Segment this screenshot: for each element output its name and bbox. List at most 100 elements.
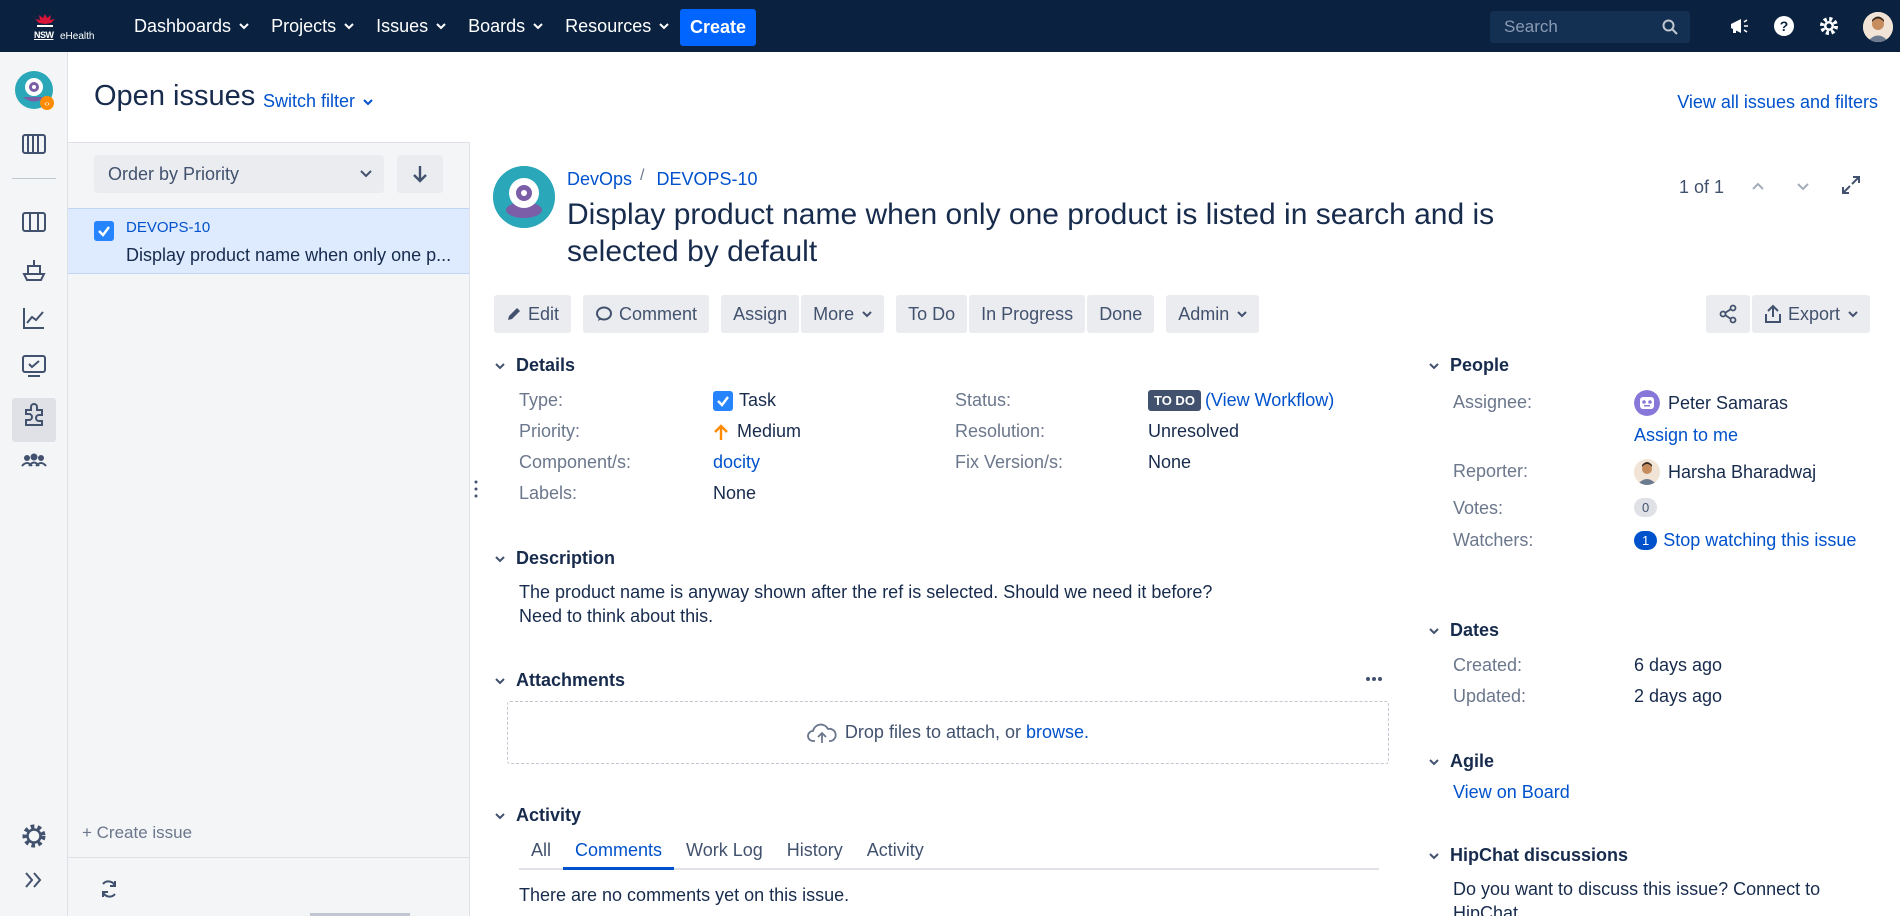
votes-value[interactable]: 0 bbox=[1634, 498, 1663, 517]
tab-work-log[interactable]: Work Log bbox=[674, 840, 775, 870]
tab-history[interactable]: History bbox=[775, 840, 855, 870]
list-item[interactable]: DEVOPS-10 Display product name when only… bbox=[68, 208, 469, 274]
attachment-dropzone[interactable]: Drop files to attach, or browse. bbox=[507, 701, 1389, 764]
dates-section-toggle[interactable]: Dates bbox=[1428, 620, 1499, 641]
tab-all[interactable]: All bbox=[519, 840, 563, 870]
share-button[interactable] bbox=[1706, 295, 1750, 333]
component-label: Component/s: bbox=[519, 452, 632, 472]
sidebar-divider bbox=[12, 178, 56, 179]
project-avatar[interactable] bbox=[493, 166, 555, 228]
svg-text:‹›: ‹› bbox=[44, 99, 50, 108]
edit-button[interactable]: Edit bbox=[494, 295, 572, 333]
nav-projects[interactable]: Projects bbox=[271, 16, 354, 37]
agile-section-toggle[interactable]: Agile bbox=[1428, 751, 1494, 772]
project-avatar-icon bbox=[493, 166, 555, 228]
panel-resize-handle[interactable] bbox=[473, 478, 479, 500]
fix-version-value[interactable]: None bbox=[1148, 452, 1191, 473]
assign-to-me-link[interactable]: Assign to me bbox=[1634, 425, 1738, 446]
hipchat-section-toggle[interactable]: HipChat discussions bbox=[1428, 845, 1628, 866]
stop-watching-link[interactable]: Stop watching this issue bbox=[1663, 530, 1856, 551]
add-ons-icon[interactable] bbox=[20, 400, 48, 428]
board-icon[interactable] bbox=[20, 208, 48, 236]
releases-icon[interactable] bbox=[20, 256, 48, 284]
task-type-icon bbox=[713, 390, 733, 411]
breadcrumb-separator: / bbox=[640, 166, 645, 184]
attachments-section-toggle[interactable]: Attachments bbox=[494, 670, 625, 691]
nav-boards[interactable]: Boards bbox=[468, 16, 543, 37]
to-do-button[interactable]: To Do bbox=[896, 295, 968, 333]
team-icon[interactable] bbox=[20, 446, 48, 474]
tab-activity[interactable]: Activity bbox=[855, 840, 936, 870]
nav-boards-label: Boards bbox=[468, 15, 526, 36]
browse-link[interactable]: browse. bbox=[1026, 722, 1089, 743]
no-comments-message: There are no comments yet on this issue. bbox=[519, 885, 850, 905]
tab-comments[interactable]: Comments bbox=[563, 840, 675, 870]
activity-section-toggle[interactable]: Activity bbox=[494, 805, 581, 826]
done-button[interactable]: Done bbox=[1087, 295, 1155, 333]
issues-icon[interactable] bbox=[20, 352, 48, 380]
user-avatar[interactable] bbox=[1863, 12, 1893, 42]
priority-text: Medium bbox=[737, 421, 802, 441]
priority-value: Medium bbox=[713, 421, 801, 442]
people-section-toggle[interactable]: People bbox=[1428, 355, 1509, 376]
view-on-board-link[interactable]: View on Board bbox=[1453, 782, 1570, 803]
create-button[interactable]: Create bbox=[680, 9, 756, 46]
details-section-toggle[interactable]: Details bbox=[494, 355, 575, 376]
project-avatar-icon[interactable]: ‹› bbox=[14, 70, 54, 110]
backlog-icon[interactable] bbox=[20, 130, 48, 158]
description-section-toggle[interactable]: Description bbox=[494, 548, 615, 569]
create-issue-link[interactable]: + Create issue bbox=[82, 823, 192, 843]
chevron-down-icon[interactable] bbox=[1795, 178, 1811, 194]
help-icon[interactable]: ? bbox=[1772, 14, 1796, 38]
type-text: Task bbox=[739, 390, 777, 410]
reporter-value[interactable]: Harsha Bharadwaj bbox=[1634, 459, 1816, 485]
breadcrumb-project[interactable]: DevOps bbox=[567, 169, 632, 190]
watchers-count[interactable]: 1 bbox=[1634, 531, 1658, 550]
switch-filter-label: Switch filter bbox=[263, 91, 356, 111]
description-line-2: Need to think about this. bbox=[519, 606, 714, 626]
sort-direction-button[interactable] bbox=[397, 155, 443, 193]
chevron-up-icon[interactable] bbox=[1750, 178, 1766, 194]
nav-issues[interactable]: Issues bbox=[376, 16, 446, 37]
export-button[interactable]: Export bbox=[1752, 295, 1871, 333]
component-value[interactable]: docity bbox=[713, 452, 760, 473]
more-button[interactable]: More bbox=[801, 295, 885, 333]
arrow-up-priority-icon bbox=[714, 423, 728, 440]
expand-sidebar-icon[interactable] bbox=[22, 868, 46, 892]
switch-filter-button[interactable]: Switch filter bbox=[263, 91, 373, 112]
more-options-icon[interactable] bbox=[1365, 670, 1383, 688]
comment-button[interactable]: Comment bbox=[583, 295, 710, 333]
megaphone-icon[interactable] bbox=[1727, 14, 1751, 38]
reports-icon[interactable] bbox=[20, 304, 48, 332]
breadcrumb-issue-key[interactable]: DEVOPS-10 bbox=[656, 169, 757, 190]
description-body[interactable]: The product name is anyway shown after t… bbox=[519, 580, 1212, 628]
resolution-value: Unresolved bbox=[1148, 421, 1240, 441]
labels-value[interactable]: None bbox=[713, 483, 756, 504]
top-navigation: NSW eHealth Dashboards Projects Issues B… bbox=[0, 0, 1900, 52]
assignee-name: Peter Samaras bbox=[1668, 392, 1789, 413]
nav-dashboards[interactable]: Dashboards bbox=[134, 16, 249, 37]
comment-label: Comment bbox=[619, 303, 698, 324]
project-settings-icon[interactable] bbox=[20, 822, 48, 850]
description-line-1: The product name is anyway shown after t… bbox=[519, 582, 1213, 602]
nsw-ehealth-logo[interactable]: NSW eHealth bbox=[30, 12, 102, 42]
fullscreen-icon[interactable] bbox=[1840, 174, 1862, 196]
in-progress-button[interactable]: In Progress bbox=[969, 295, 1086, 333]
search-input[interactable] bbox=[1490, 17, 1650, 37]
assign-button[interactable]: Assign bbox=[721, 295, 800, 333]
pencil-icon bbox=[508, 308, 520, 320]
type-value: Task bbox=[713, 390, 776, 411]
view-workflow-link[interactable]: (View Workflow) bbox=[1205, 390, 1334, 411]
issue-title[interactable]: Display product name when only one produ… bbox=[567, 196, 1607, 270]
refresh-icon[interactable] bbox=[98, 878, 120, 900]
assignee-value[interactable]: Peter Samaras bbox=[1634, 390, 1788, 416]
nav-resources[interactable]: Resources bbox=[565, 16, 669, 37]
search-icon[interactable] bbox=[1662, 19, 1678, 35]
activity-tabs: All Comments Work Log History Activity bbox=[519, 840, 1379, 870]
logo-nsw-text: NSW bbox=[34, 30, 54, 40]
hipchat-line-2[interactable]: HipChat bbox=[1453, 901, 1820, 916]
view-all-issues-link[interactable]: View all issues and filters bbox=[1677, 92, 1878, 113]
settings-icon[interactable] bbox=[1817, 14, 1841, 38]
admin-button[interactable]: Admin bbox=[1166, 295, 1260, 333]
order-by-select[interactable]: Order by Priority bbox=[94, 155, 384, 193]
